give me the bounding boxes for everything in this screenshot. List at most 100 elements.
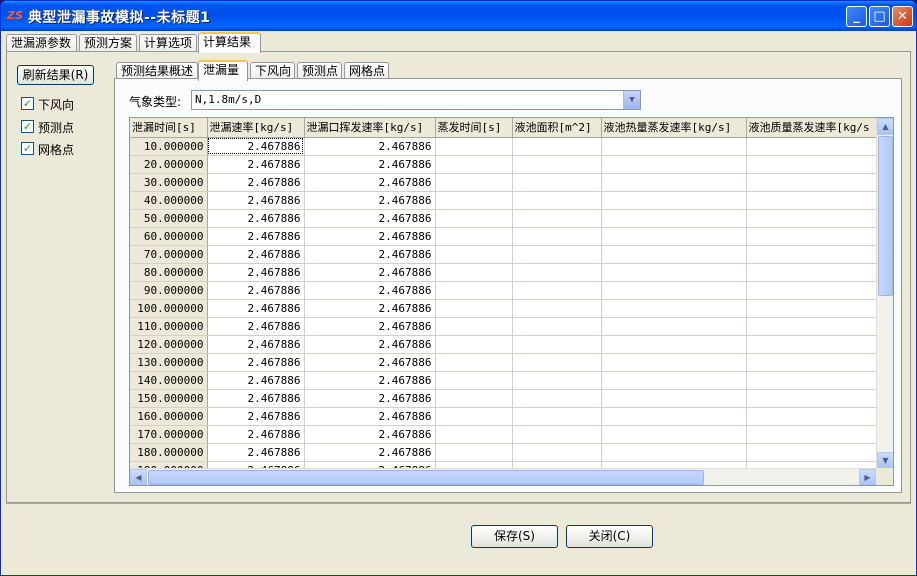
table-cell[interactable] [512,317,602,336]
row-header-cell[interactable]: 70.000000 [130,245,208,264]
table-cell[interactable] [601,173,747,192]
column-header[interactable]: 泄漏时间[s] [130,118,208,138]
table-cell[interactable] [435,245,513,264]
table-cell[interactable] [746,353,877,372]
table-cell[interactable] [512,155,602,174]
table-cell[interactable] [746,263,877,282]
table-cell[interactable] [512,371,602,390]
table-cell[interactable] [746,155,877,174]
table-cell[interactable] [435,407,513,426]
table-cell[interactable] [601,191,747,210]
table-cell[interactable]: 2.467886 [207,227,305,246]
table-cell[interactable] [435,335,513,354]
table-cell[interactable] [512,137,602,156]
table-cell[interactable] [512,389,602,408]
column-header[interactable]: 液池热量蒸发速率[kg/s] [601,118,747,138]
table-cell[interactable]: 2.467886 [304,155,436,174]
table-cell[interactable] [601,389,747,408]
scroll-up-icon[interactable]: ▲ [877,118,893,135]
row-header-cell[interactable]: 110.000000 [130,317,208,336]
table-cell[interactable] [512,407,602,426]
refresh-results-button[interactable]: 刷新结果(R) [17,65,94,85]
table-cell[interactable] [601,371,747,390]
table-cell[interactable] [435,209,513,228]
table-row[interactable]: 130.000000 2.467886 2.467886 [130,353,877,372]
maximize-button[interactable]: □ [869,6,890,27]
table-cell[interactable] [512,209,602,228]
table-cell[interactable] [601,155,747,174]
table-cell[interactable] [601,443,747,462]
table-cell[interactable] [435,371,513,390]
table-cell[interactable] [601,353,747,372]
table-cell[interactable] [746,371,877,390]
horizontal-scrollbar[interactable]: ◀ ▶ [130,468,893,485]
table-cell[interactable] [746,281,877,300]
table-cell[interactable] [601,245,747,264]
row-header-cell[interactable]: 120.000000 [130,335,208,354]
table-cell[interactable] [435,227,513,246]
table-cell[interactable]: 2.467886 [207,155,305,174]
table-row[interactable]: 30.000000 2.467886 2.467886 [130,173,877,192]
table-row[interactable]: 180.000000 2.467886 2.467886 [130,443,877,462]
table-cell[interactable] [512,281,602,300]
table-cell[interactable] [746,137,877,156]
close-window-button[interactable]: ✕ [892,6,913,27]
table-cell[interactable] [601,263,747,282]
table-cell[interactable] [512,173,602,192]
vertical-scroll-thumb[interactable] [878,136,893,296]
table-cell[interactable] [435,317,513,336]
scroll-down-icon[interactable]: ▼ [877,452,893,469]
table-cell[interactable] [746,335,877,354]
table-cell[interactable]: 2.467886 [207,245,305,264]
table-cell[interactable] [512,263,602,282]
table-cell[interactable]: 2.467886 [304,281,436,300]
table-cell[interactable] [746,443,877,462]
table-row[interactable]: 140.000000 2.467886 2.467886 [130,371,877,390]
column-header[interactable]: 液池质量蒸发速率[kg/s [746,118,877,138]
table-cell[interactable] [746,227,877,246]
table-cell[interactable]: 2.467886 [304,443,436,462]
table-cell[interactable]: 2.467886 [304,137,436,156]
chevron-down-icon[interactable]: ▼ [623,91,640,109]
row-header-cell[interactable]: 50.000000 [130,209,208,228]
column-header[interactable]: 蒸发时间[s] [435,118,513,138]
tab-calc-results[interactable]: 计算结果 [198,32,261,53]
column-header[interactable]: 泄漏口挥发速率[kg/s] [304,118,436,138]
close-button[interactable]: 关闭(C) [566,525,653,548]
table-cell[interactable] [435,137,513,156]
table-cell[interactable]: 2.467886 [304,407,436,426]
table-cell[interactable] [746,209,877,228]
weather-type-select[interactable]: N,1.8m/s,D ▼ [191,90,641,110]
table-row[interactable]: 60.000000 2.467886 2.467886 [130,227,877,246]
table-cell[interactable] [435,263,513,282]
table-cell[interactable] [746,389,877,408]
table-cell[interactable]: 2.467886 [304,389,436,408]
table-cell[interactable] [512,227,602,246]
table-cell[interactable] [746,317,877,336]
table-cell[interactable] [601,335,747,354]
table-cell[interactable] [512,353,602,372]
table-cell[interactable]: 2.467886 [304,317,436,336]
table-row[interactable]: 110.000000 2.467886 2.467886 [130,317,877,336]
row-header-cell[interactable]: 30.000000 [130,173,208,192]
table-row[interactable]: 50.000000 2.467886 2.467886 [130,209,877,228]
table-cell[interactable] [746,173,877,192]
table-cell[interactable] [435,425,513,444]
row-header-cell[interactable]: 80.000000 [130,263,208,282]
table-cell[interactable]: 2.467886 [207,389,305,408]
table-cell[interactable] [512,299,602,318]
table-cell[interactable]: 2.467886 [304,371,436,390]
table-cell[interactable]: 2.467886 [304,227,436,246]
row-header-cell[interactable]: 180.000000 [130,443,208,462]
table-cell[interactable]: 2.467886 [207,371,305,390]
table-cell[interactable]: 2.467886 [304,335,436,354]
table-row[interactable]: 120.000000 2.467886 2.467886 [130,335,877,354]
table-row[interactable]: 70.000000 2.467886 2.467886 [130,245,877,264]
results-grid[interactable]: 泄漏时间[s] 泄漏速率[kg/s] 泄漏口挥发速率[kg/s] 蒸发时间[s]… [129,117,894,486]
row-header-cell[interactable]: 20.000000 [130,155,208,174]
table-cell[interactable] [746,245,877,264]
table-cell[interactable]: 2.467886 [207,299,305,318]
table-row[interactable]: 160.000000 2.467886 2.467886 [130,407,877,426]
table-cell[interactable] [601,299,747,318]
table-cell[interactable] [746,191,877,210]
